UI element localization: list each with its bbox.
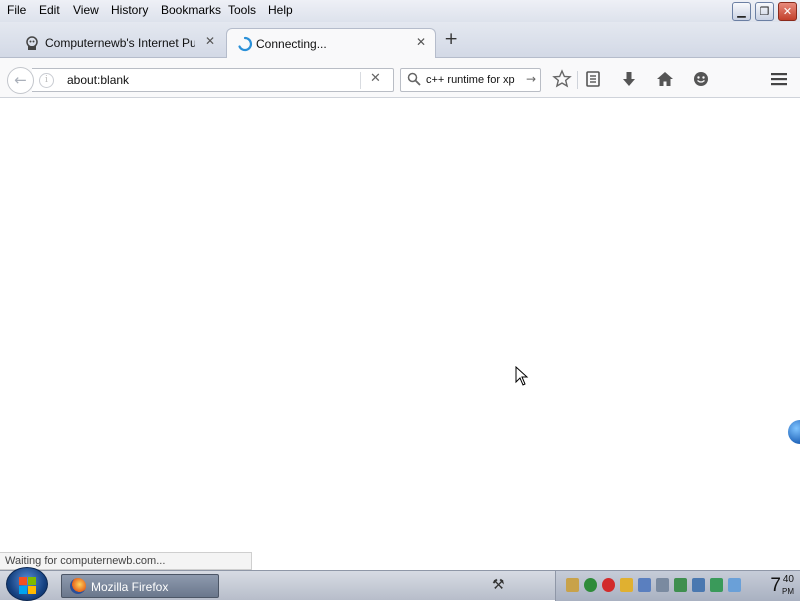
start-button[interactable] xyxy=(6,567,48,601)
tray-monitor-icon[interactable] xyxy=(728,578,741,592)
hamburger-menu-icon[interactable] xyxy=(769,69,789,89)
clock-ampm[interactable]: PM xyxy=(782,587,794,596)
bookmark-star-icon[interactable] xyxy=(552,69,572,89)
sync-face-icon[interactable] xyxy=(691,69,711,89)
volume-icon[interactable] xyxy=(656,578,669,592)
windows-logo-part xyxy=(19,586,27,594)
clock-minute[interactable]: 40 xyxy=(783,574,794,585)
navigation-bar: i about:blank ✕ ← c++ runtime for xp → xyxy=(0,58,800,98)
firefox-icon xyxy=(70,578,86,594)
windows-logo-part xyxy=(28,586,36,594)
search-bar[interactable]: c++ runtime for xp → xyxy=(400,68,541,92)
menu-bar: File Edit View History Bookmarks Tools H… xyxy=(0,0,800,22)
windows-logo-icon xyxy=(19,577,27,585)
tab-strip: Computernewb's Internet Pu... ✕ Connecti… xyxy=(0,22,800,58)
reading-list-icon[interactable] xyxy=(583,69,603,89)
status-bar: Waiting for computernewb.com... xyxy=(0,552,252,570)
taskbar: Mozilla Firefox ⚒ 7 40 PM xyxy=(0,567,800,601)
url-divider xyxy=(360,72,361,89)
minimize-button[interactable]: ▁ xyxy=(732,2,751,21)
search-go-button[interactable]: → xyxy=(526,72,536,86)
loading-spinner-icon xyxy=(238,36,253,52)
tab-close-button[interactable]: ✕ xyxy=(205,34,215,48)
status-text: Waiting for computernewb.com... xyxy=(5,555,166,567)
tab-connecting[interactable]: Connecting... ✕ xyxy=(226,28,436,58)
taskbar-button-label: Mozilla Firefox xyxy=(91,580,169,594)
tool-icon[interactable]: ⚒ xyxy=(492,577,505,593)
tab-computernewb[interactable]: Computernewb's Internet Pu... ✕ xyxy=(14,28,224,58)
taskbar-firefox-button[interactable]: Mozilla Firefox xyxy=(61,574,219,598)
close-window-button[interactable]: ✕ xyxy=(778,2,797,21)
security-alert-icon[interactable] xyxy=(602,578,615,592)
tray-network-icon[interactable] xyxy=(638,578,651,592)
menu-tools[interactable]: Tools xyxy=(228,3,256,17)
windows-logo-part xyxy=(28,577,36,585)
url-bar[interactable]: i about:blank ✕ xyxy=(32,68,394,92)
home-icon[interactable] xyxy=(655,69,675,89)
menu-view[interactable]: View xyxy=(73,3,99,17)
url-input[interactable]: about:blank xyxy=(67,73,129,87)
menu-help[interactable]: Help xyxy=(268,3,293,17)
site-favicon-icon xyxy=(26,36,38,50)
mouse-cursor-icon xyxy=(515,366,529,386)
restore-button[interactable]: ❐ xyxy=(755,2,774,21)
page-content[interactable] xyxy=(0,98,800,570)
downloads-icon[interactable] xyxy=(619,69,639,89)
search-icon xyxy=(407,72,421,86)
menu-bookmarks[interactable]: Bookmarks xyxy=(161,3,221,17)
system-tray: 7 40 PM xyxy=(555,571,800,601)
clock-hour[interactable]: 7 xyxy=(770,575,781,597)
tray-update-icon[interactable] xyxy=(674,578,687,592)
network-globe-icon[interactable] xyxy=(584,578,597,592)
info-icon[interactable]: i xyxy=(39,73,54,88)
tray-folder-icon[interactable] xyxy=(620,578,633,592)
tab-title: Computernewb's Internet Pu... xyxy=(45,36,195,50)
new-tab-button[interactable]: + xyxy=(444,29,458,49)
search-input[interactable]: c++ runtime for xp xyxy=(426,74,522,86)
stop-button[interactable]: ✕ xyxy=(370,71,381,86)
toolbar-divider xyxy=(577,71,578,89)
back-button[interactable]: ← xyxy=(7,67,34,94)
menu-edit[interactable]: Edit xyxy=(39,3,60,17)
tab-title: Connecting... xyxy=(256,37,327,51)
tray-app-icon[interactable] xyxy=(566,578,579,592)
tab-close-button[interactable]: ✕ xyxy=(416,35,426,49)
menu-file[interactable]: File xyxy=(7,3,26,17)
tray-device-icon[interactable] xyxy=(710,578,723,592)
menu-history[interactable]: History xyxy=(111,3,148,17)
tray-display-icon[interactable] xyxy=(692,578,705,592)
